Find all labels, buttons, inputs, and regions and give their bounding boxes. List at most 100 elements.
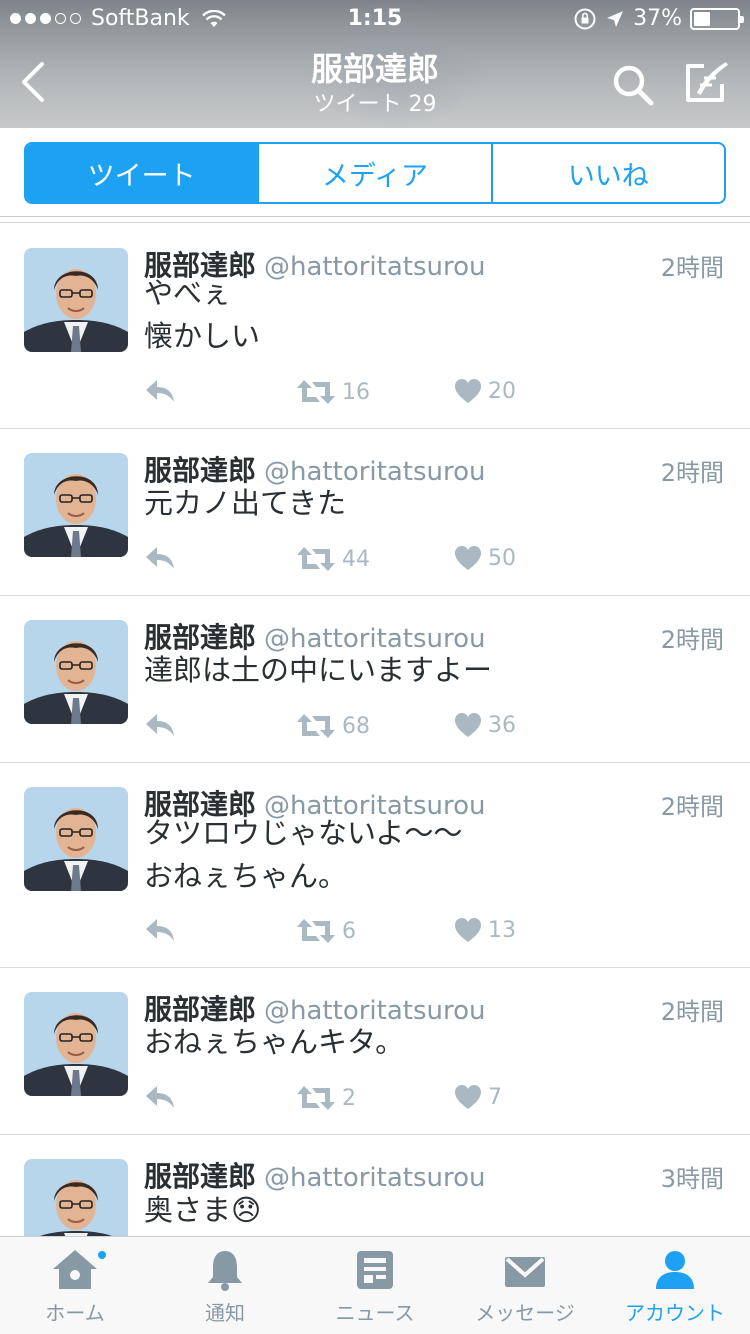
tweet-item[interactable]: 服部達郎 @hattoritatsurou 2時間 元カノ出てきた 44 50 — [0, 429, 750, 596]
tab-bar: ホーム 通知 ニュース メッセージ アカウント — [0, 1236, 750, 1334]
like-count: 50 — [488, 545, 516, 571]
tab-home-label: ホーム — [45, 1301, 105, 1325]
compose-icon[interactable] — [682, 60, 730, 106]
tab-messages-label: メッセージ — [475, 1301, 575, 1325]
heart-icon — [454, 1084, 482, 1110]
tweet-text: 元カノ出てきた — [144, 486, 347, 520]
tweet-item[interactable]: 服部達郎 @hattoritatsurou 2時間 タツロウじゃないよ〜〜 おねぇちゃ… — [0, 763, 750, 968]
search-icon[interactable] — [610, 62, 656, 108]
tab-notifications-label: 通知 — [205, 1301, 245, 1325]
tweet-text: おねぇちゃんキタ。 — [144, 1025, 405, 1059]
envelope-icon — [505, 1257, 545, 1287]
like-button[interactable]: 7 — [454, 1084, 502, 1110]
avatar[interactable] — [24, 453, 128, 557]
like-button[interactable]: 20 — [454, 378, 516, 404]
retweet-count: 16 — [342, 379, 370, 405]
reply-icon — [144, 917, 176, 943]
news-icon — [357, 1251, 393, 1289]
tweet-text: タツロウじゃないよ〜〜 おねぇちゃん。 — [144, 816, 463, 893]
author-handle: @hattoritatsurou — [264, 1163, 486, 1193]
tweet-time: 2時間 — [660, 793, 724, 821]
profile-segmented-control: ツイート メディア いいね — [24, 142, 726, 204]
tweet-item[interactable]: 服部達郎 @hattoritatsurou 2時間 やべぇ 懐かしい 16 20 — [0, 224, 750, 429]
tweet-actions: 68 36 — [144, 712, 564, 742]
reply-icon — [144, 712, 176, 738]
person-icon — [656, 1251, 694, 1289]
reply-button[interactable] — [144, 917, 176, 943]
reply-icon — [144, 545, 176, 571]
like-count: 20 — [488, 378, 516, 404]
segment-likes[interactable]: いいね — [490, 144, 724, 202]
heart-icon — [454, 917, 482, 943]
author-handle: @hattoritatsurou — [264, 252, 486, 282]
tweet-text: 奥さま😞 — [144, 1193, 262, 1227]
tweet-time: 2時間 — [660, 998, 724, 1026]
retweet-count: 68 — [342, 713, 370, 739]
retweet-button[interactable]: 2 — [296, 1084, 356, 1112]
tweet-time: 3時間 — [660, 1165, 724, 1193]
reply-button[interactable] — [144, 545, 176, 571]
reply-button[interactable] — [144, 1084, 176, 1110]
rotation-lock-icon — [574, 8, 596, 29]
tab-messages[interactable]: メッセージ — [450, 1237, 600, 1334]
reply-button[interactable] — [144, 712, 176, 738]
reply-icon — [144, 378, 176, 404]
avatar[interactable] — [24, 992, 128, 1096]
tab-news[interactable]: ニュース — [300, 1237, 450, 1334]
retweet-button[interactable]: 16 — [296, 378, 370, 406]
avatar[interactable] — [24, 787, 128, 891]
status-bar: SoftBank 1:15 37% — [0, 0, 750, 40]
like-button[interactable]: 50 — [454, 545, 516, 571]
tweet-actions: 6 13 — [144, 917, 564, 947]
header: SoftBank 1:15 37% 服部達郎 ツイート 29 — [0, 0, 750, 128]
tab-home[interactable]: ホーム — [0, 1237, 150, 1334]
retweet-count: 6 — [342, 918, 356, 944]
tweet-actions: 44 50 — [144, 545, 564, 575]
heart-icon — [454, 378, 482, 404]
tweet-text: 達郎は土の中にいますよー — [144, 653, 493, 687]
battery-level — [694, 11, 710, 26]
tab-notifications[interactable]: 通知 — [150, 1237, 300, 1334]
avatar[interactable] — [24, 620, 128, 724]
heart-icon — [454, 712, 482, 738]
tab-account-label: アカウント — [625, 1301, 725, 1325]
tweet-item[interactable]: 服部達郎 @hattoritatsurou 2時間 おねぇちゃんキタ。 2 7 — [0, 968, 750, 1135]
tweet-actions: 27 — [144, 1084, 564, 1114]
new-content-badge — [96, 1249, 108, 1261]
tweet-text: やべぇ 懐かしい — [144, 276, 261, 353]
like-count: 13 — [488, 917, 516, 943]
battery-icon — [690, 7, 744, 30]
retweet-icon — [296, 1084, 336, 1112]
avatar[interactable] — [24, 248, 128, 352]
tweet-time: 2時間 — [660, 254, 724, 282]
tweet-time: 2時間 — [660, 459, 724, 487]
like-count: 36 — [488, 712, 516, 738]
tweet-item[interactable]: 服部達郎 @hattoritatsurou 2時間 達郎は土の中にいますよー 68 36 — [0, 596, 750, 763]
tweet-actions: 16 20 — [144, 378, 564, 408]
segment-tweets[interactable]: ツイート — [26, 144, 258, 202]
retweet-button[interactable]: 6 — [296, 917, 356, 945]
tweet-time: 2時間 — [660, 626, 724, 654]
divider — [0, 216, 750, 217]
like-count: 7 — [488, 1084, 502, 1110]
heart-icon — [454, 545, 482, 571]
tab-account[interactable]: アカウント — [600, 1237, 750, 1334]
reply-button[interactable] — [144, 378, 176, 404]
reply-icon — [144, 1084, 176, 1110]
home-icon — [53, 1250, 97, 1289]
like-button[interactable]: 36 — [454, 712, 516, 738]
battery-percent: 37% — [633, 6, 682, 31]
tweet-item[interactable]: 服部達郎 @hattoritatsurou 3時間 奥さま😞 — [0, 1135, 750, 1263]
tab-news-label: ニュース — [335, 1301, 415, 1325]
segment-media[interactable]: メディア — [257, 144, 490, 202]
divider — [0, 222, 750, 223]
retweet-icon — [296, 917, 336, 945]
retweet-icon — [296, 378, 336, 406]
status-right: 37% — [573, 6, 744, 31]
retweet-button[interactable]: 68 — [296, 712, 370, 740]
location-arrow-icon — [607, 10, 624, 27]
retweet-button[interactable]: 44 — [296, 545, 370, 573]
retweet-count: 44 — [342, 546, 370, 572]
like-button[interactable]: 13 — [454, 917, 516, 943]
bell-icon — [208, 1251, 242, 1291]
